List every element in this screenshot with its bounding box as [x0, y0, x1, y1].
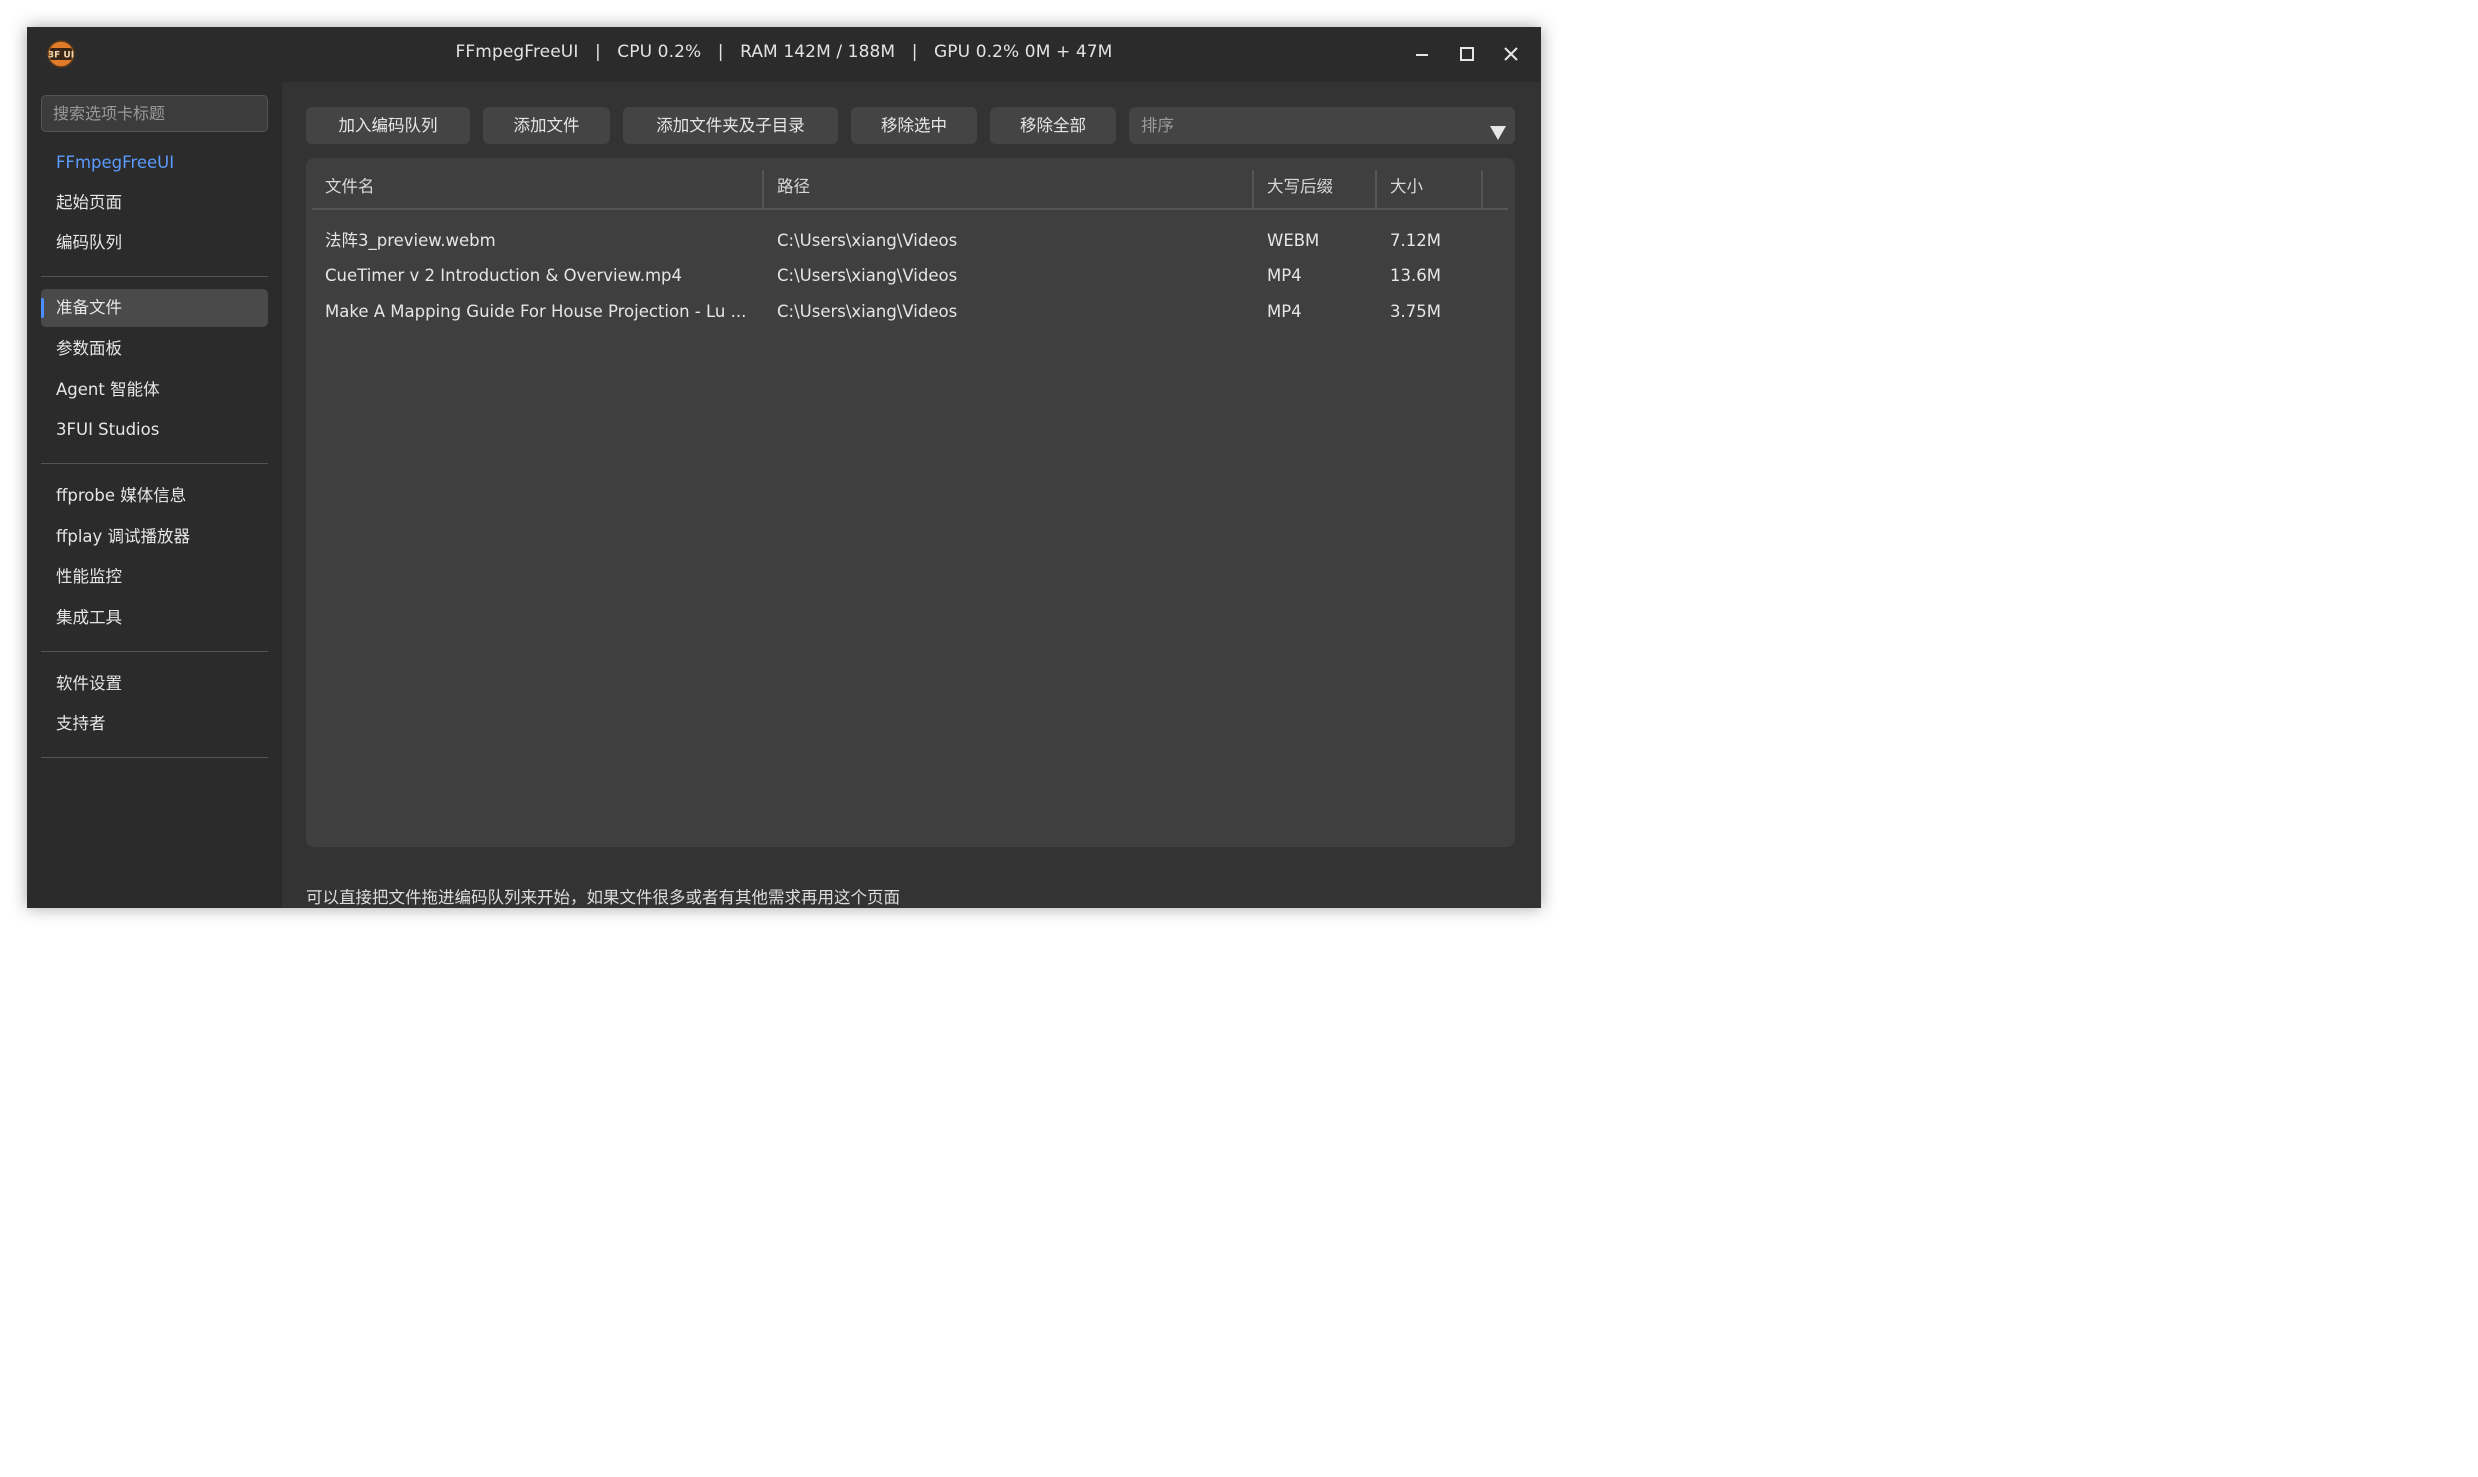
sidebar-item-prepare-files[interactable]: 准备文件: [41, 289, 268, 327]
hint-text: 可以直接把文件拖进编码队列来开始，如果文件很多或者有其他需求再用这个页面: [306, 888, 900, 907]
table-row[interactable]: CueTimer v 2 Introduction & Overview.mp4…: [312, 258, 1508, 293]
add-folder-button[interactable]: 添加文件夹及子目录: [623, 107, 838, 144]
cell-path: C:\Users\xiang\Videos: [777, 266, 958, 285]
sidebar-item-encode-queue[interactable]: 编码队列: [41, 224, 268, 262]
sort-dropdown[interactable]: 排序: [1129, 107, 1515, 144]
cell-size: 13.6M: [1390, 266, 1441, 285]
tab-search-input[interactable]: [41, 95, 268, 132]
column-header-filename[interactable]: 文件名: [312, 166, 762, 208]
minimize-icon: [1414, 46, 1430, 62]
sidebar-item-agent[interactable]: Agent 智能体: [41, 371, 268, 409]
sort-placeholder: 排序: [1141, 116, 1174, 135]
sidebar-divider: [41, 757, 268, 758]
cell-path: C:\Users\xiang\Videos: [777, 231, 958, 250]
sidebar-item-settings[interactable]: 软件设置: [41, 665, 268, 703]
cell-size: 7.12M: [1390, 231, 1441, 250]
title-bar[interactable]: 3F UI FFmpegFreeUI | CPU 0.2% | RAM 142M…: [27, 27, 1541, 82]
cell-extension: MP4: [1267, 302, 1302, 321]
cell-filename: CueTimer v 2 Introduction & Overview.mp4: [325, 266, 683, 285]
cell-filename: Make A Mapping Guide For House Projectio…: [325, 302, 747, 321]
table-row[interactable]: Make A Mapping Guide For House Projectio…: [312, 294, 1508, 329]
sidebar-item-integrated-tools[interactable]: 集成工具: [41, 599, 268, 637]
column-resize-handle[interactable]: [1481, 170, 1483, 210]
minimize-button[interactable]: [1406, 39, 1438, 69]
triangle-down-icon: [1489, 117, 1507, 140]
sidebar-item-ffprobe[interactable]: ffprobe 媒体信息: [41, 477, 268, 515]
main-content: 加入编码队列 添加文件 添加文件夹及子目录 移除选中 移除全部 排序 文件名 路…: [282, 82, 1541, 908]
sidebar-item-start-page[interactable]: 起始页面: [41, 184, 268, 222]
cell-filename: 法阵3_preview.webm: [325, 231, 496, 250]
add-to-queue-button[interactable]: 加入编码队列: [306, 107, 470, 144]
sidebar-item-3fui-studios[interactable]: 3FUI Studios: [41, 411, 268, 449]
add-files-button[interactable]: 添加文件: [483, 107, 610, 144]
sidebar-item-performance-monitor[interactable]: 性能监控: [41, 558, 268, 596]
sidebar-item-ffplay[interactable]: ffplay 调试播放器: [41, 518, 268, 556]
cell-extension: MP4: [1267, 266, 1302, 285]
sidebar-item-supporters[interactable]: 支持者: [41, 705, 268, 743]
window-title: FFmpegFreeUI | CPU 0.2% | RAM 142M / 188…: [455, 42, 1113, 62]
sidebar-divider: [41, 276, 268, 277]
table-header: 文件名 路径 大写后缀 大小: [312, 166, 1508, 210]
cell-path: C:\Users\xiang\Videos: [777, 302, 958, 321]
sidebar-divider: [41, 651, 268, 652]
remove-selected-button[interactable]: 移除选中: [851, 107, 977, 144]
file-table: 文件名 路径 大写后缀 大小 法阵3_preview.webm C:\Users…: [306, 158, 1515, 847]
app-window: 3F UI FFmpegFreeUI | CPU 0.2% | RAM 142M…: [27, 27, 1541, 908]
cell-extension: WEBM: [1267, 231, 1320, 250]
sidebar-item-parameter-panel[interactable]: 参数面板: [41, 330, 268, 368]
close-button[interactable]: [1495, 39, 1527, 69]
close-icon: [1503, 46, 1519, 62]
sidebar: FFmpegFreeUI 起始页面 编码队列 准备文件 参数面板 Agent 智…: [27, 82, 282, 908]
cell-size: 3.75M: [1390, 302, 1441, 321]
table-row[interactable]: 法阵3_preview.webm C:\Users\xiang\Videos W…: [312, 223, 1508, 258]
column-header-extension[interactable]: 大写后缀: [1254, 166, 1375, 208]
sidebar-divider: [41, 463, 268, 464]
column-header-path[interactable]: 路径: [764, 166, 1252, 208]
sidebar-item-ffmpegfreeui[interactable]: FFmpegFreeUI: [41, 144, 268, 182]
maximize-icon: [1459, 46, 1475, 62]
remove-all-button[interactable]: 移除全部: [990, 107, 1116, 144]
maximize-button[interactable]: [1451, 39, 1483, 69]
column-header-size[interactable]: 大小: [1377, 166, 1481, 208]
